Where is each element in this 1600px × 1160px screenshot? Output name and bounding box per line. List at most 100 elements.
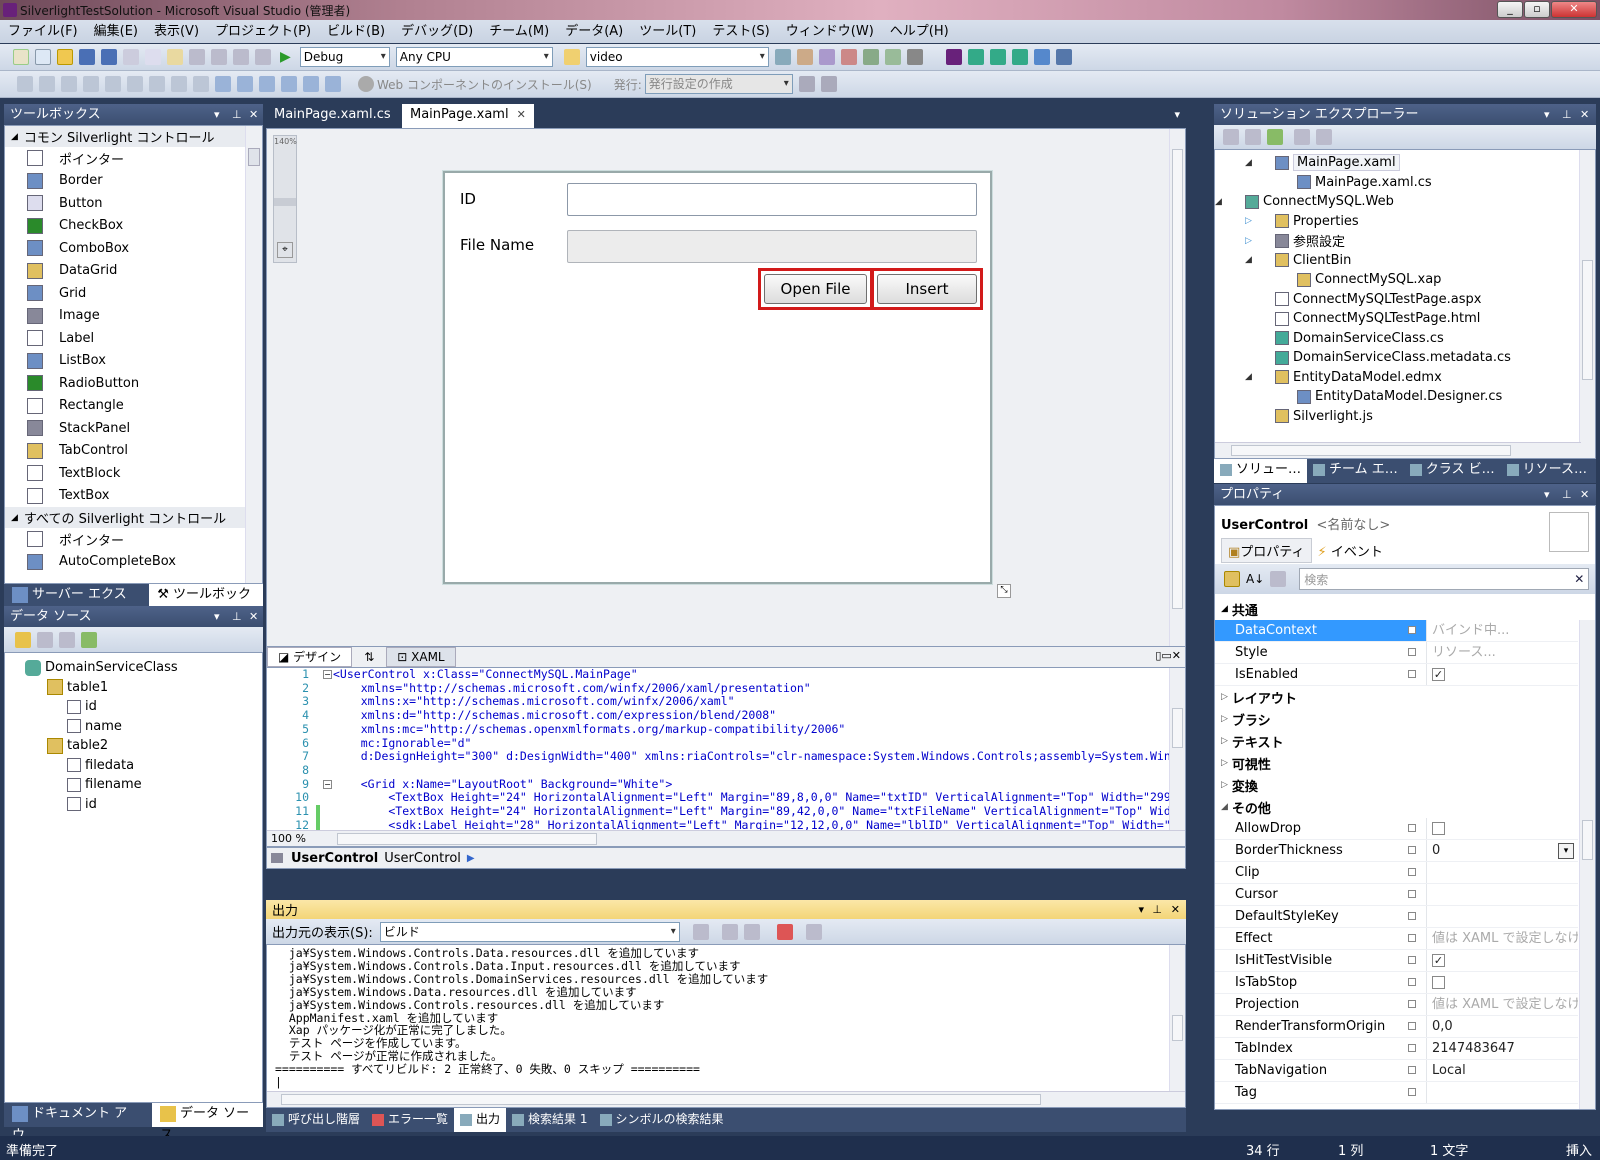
tab-find-results[interactable]: 検索結果 1	[506, 1108, 593, 1132]
checkbox-icon[interactable]: ✓	[1432, 954, 1445, 967]
bookmark-icon[interactable]	[215, 76, 231, 92]
property-value[interactable]	[1426, 862, 1578, 883]
output-source-combo[interactable]: ビルド	[379, 921, 680, 942]
property-row[interactable]: Projection 値は XAML で設定しなけ	[1215, 994, 1578, 1016]
solution-node[interactable]: ◢ ConnectMySQL.Web	[1215, 192, 1595, 212]
goto-location-icon[interactable]	[692, 923, 709, 940]
property-marker-icon[interactable]	[1398, 953, 1426, 968]
clear-all-icon[interactable]	[776, 923, 793, 940]
property-marker-icon[interactable]	[1398, 821, 1426, 836]
indent-icon[interactable]	[127, 76, 143, 92]
solution-vscroll-thumb[interactable]	[1582, 260, 1593, 380]
menu-item[interactable]: ビルド(B)	[319, 20, 393, 43]
menu-item[interactable]: デバッグ(D)	[393, 20, 481, 43]
property-marker-icon[interactable]	[1398, 1019, 1426, 1034]
align-center-icon[interactable]	[39, 76, 55, 92]
output-dropdown-icon[interactable]: ▾	[1138, 903, 1144, 916]
outline-collapse-icon[interactable]: −	[323, 780, 332, 789]
property-value[interactable]	[1426, 906, 1578, 927]
design-scrollbar[interactable]	[1169, 129, 1185, 646]
undo-icon[interactable]	[189, 49, 205, 65]
toolbox-item[interactable]: Border	[5, 170, 262, 193]
datasource-pin-icon[interactable]: ⊥	[232, 606, 242, 627]
comment-icon[interactable]	[171, 76, 187, 92]
menu-item[interactable]: テスト(S)	[704, 20, 777, 43]
object-browser-icon[interactable]	[818, 49, 835, 65]
toolbox-group-common[interactable]: ◢ コモン Silverlight コントロール	[5, 126, 262, 147]
property-value[interactable]: ✓	[1426, 950, 1578, 971]
toolbox-item[interactable]: Button	[5, 192, 262, 215]
collapse-arrow-icon[interactable]: ◢	[1245, 158, 1252, 168]
dropdown-icon[interactable]: ▾	[1558, 842, 1574, 859]
category-0[interactable]: ▷ レイアウト	[1215, 686, 1578, 708]
insert-button[interactable]: Insert	[877, 274, 977, 304]
step-over-icon[interactable]	[989, 49, 1006, 65]
solution-explorer-icon[interactable]	[774, 49, 791, 65]
step-out-icon[interactable]	[1011, 49, 1028, 65]
tab-find-symbol[interactable]: シンボルの検索結果	[594, 1108, 730, 1132]
find-combo[interactable]: video	[585, 47, 769, 67]
vs-icon[interactable]	[945, 49, 962, 65]
property-row[interactable]: BorderThickness 0 ▾	[1215, 840, 1578, 862]
datasource-close-icon[interactable]: ✕	[249, 606, 258, 627]
config-combo[interactable]: Debug	[299, 47, 390, 67]
output-pin-icon[interactable]: ⊥	[1152, 903, 1162, 916]
output-vscrollbar[interactable]	[1169, 945, 1185, 1107]
zoom-slider[interactable]: 140% ⌖	[273, 135, 297, 263]
tab-close-icon[interactable]: ✕	[517, 108, 526, 121]
split-layout-icons[interactable]: ▯▭✕	[1155, 649, 1181, 662]
solution-node[interactable]: ConnectMySQLTestPage.aspx	[1215, 290, 1595, 310]
bookmark-folder-icon[interactable]	[303, 76, 319, 92]
property-row[interactable]: IsEnabled ✓	[1215, 664, 1578, 686]
refresh-icon[interactable]	[1267, 129, 1283, 145]
expand-arrow-icon[interactable]: ▷	[1245, 236, 1252, 246]
property-value[interactable]: ✓	[1426, 664, 1578, 685]
tree-node-table2[interactable]: table2	[25, 736, 262, 756]
property-row[interactable]: AllowDrop	[1215, 818, 1578, 840]
solution-node[interactable]: DomainServiceClass.cs	[1215, 329, 1595, 349]
menu-item[interactable]: 表示(V)	[146, 20, 207, 43]
menu-item[interactable]: ツール(T)	[631, 20, 704, 43]
start-debug-icon[interactable]: ▶	[280, 49, 291, 65]
tab-document-outline[interactable]: ドキュメント アウ…	[4, 1103, 152, 1143]
toolbox-pin-icon[interactable]: ⊥	[232, 104, 242, 125]
toolbox-close-icon[interactable]: ✕	[249, 104, 258, 125]
xaml-editor[interactable]: 12345678910111213 − − <UserControl x:Cla…	[266, 667, 1186, 847]
code-hscroll-thumb[interactable]	[337, 832, 597, 845]
property-row[interactable]: IsHitTestVisible ✓	[1215, 950, 1578, 972]
collapse-arrow-icon[interactable]: ◢	[1215, 197, 1222, 207]
toolbox-item[interactable]: Label	[5, 327, 262, 350]
close-button[interactable]: ✕	[1551, 1, 1597, 18]
outdent-icon[interactable]	[149, 76, 165, 92]
solution-hscroll-thumb[interactable]	[1231, 445, 1511, 456]
tab-data-source[interactable]: データ ソース	[152, 1103, 263, 1143]
category-2[interactable]: ▷ テキスト	[1215, 730, 1578, 752]
property-row[interactable]: Tag	[1215, 1082, 1578, 1104]
toolbox-item[interactable]: Image	[5, 305, 262, 328]
solution-tab[interactable]: ソリュー…	[1214, 459, 1308, 483]
menu-item[interactable]: ウィンドウ(W)	[778, 20, 882, 43]
show-all-files-icon[interactable]	[1245, 129, 1261, 145]
checkbox-icon[interactable]: ✓	[1432, 668, 1445, 681]
txt-filename[interactable]	[567, 230, 977, 263]
align-top-icon[interactable]	[105, 76, 121, 92]
tree-node-table1[interactable]: table1	[25, 678, 262, 698]
bookmark-prev-icon[interactable]	[237, 76, 253, 92]
menu-item[interactable]: チーム(M)	[481, 20, 557, 43]
toolbox-item[interactable]: ComboBox	[5, 237, 262, 260]
bookmark-toggle-icon[interactable]	[325, 76, 341, 92]
solution-hscrollbar[interactable]	[1215, 442, 1581, 458]
properties-scrollbar[interactable]	[1579, 620, 1595, 1109]
toolbox-item[interactable]: StackPanel	[5, 417, 262, 440]
txt-id[interactable]	[567, 183, 977, 216]
tab-swap[interactable]: ⇅	[352, 650, 386, 664]
add-item-icon[interactable]	[35, 49, 51, 65]
new-project-icon[interactable]	[13, 49, 29, 65]
find-in-files-icon[interactable]	[563, 49, 580, 65]
property-row[interactable]: IsTabStop	[1215, 972, 1578, 994]
open-file-button[interactable]: Open File	[764, 274, 867, 304]
property-value[interactable]	[1426, 818, 1578, 839]
property-row[interactable]: DefaultStyleKey	[1215, 906, 1578, 928]
toolbox-item[interactable]: RadioButton	[5, 372, 262, 395]
publish-combo[interactable]: 発行設定の作成	[644, 74, 793, 94]
